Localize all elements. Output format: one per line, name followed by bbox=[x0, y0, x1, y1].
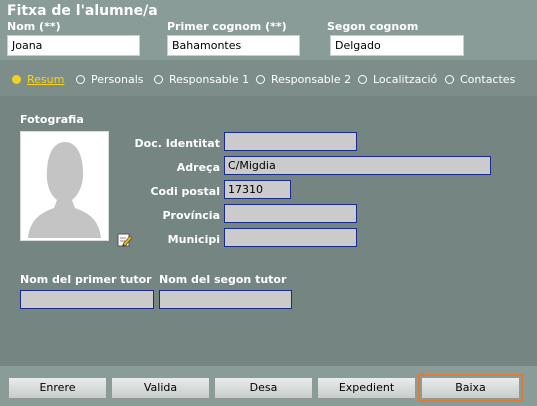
codi-postal-label: Codi postal bbox=[150, 185, 220, 198]
doc-identitat-label: Doc. Identitat bbox=[134, 137, 220, 150]
cognom2-input[interactable]: Delgado bbox=[330, 35, 464, 56]
cognom1-label: Primer cognom (**) bbox=[167, 20, 287, 33]
enrere-button[interactable]: Enrere bbox=[8, 377, 107, 399]
valida-button[interactable]: Valida bbox=[111, 377, 210, 399]
nom-input[interactable]: Joana bbox=[7, 35, 140, 56]
form-title: Fitxa de l'alumne/a bbox=[7, 3, 158, 19]
student-photo bbox=[20, 131, 109, 241]
desa-button[interactable]: Desa bbox=[214, 377, 313, 399]
tutor2-label: Nom del segon tutor bbox=[159, 273, 287, 286]
tutor1-label: Nom del primer tutor bbox=[20, 273, 152, 286]
tab-label: Responsable 1 bbox=[169, 72, 250, 86]
tab-responsable-2[interactable]: Responsable 2 bbox=[256, 72, 351, 86]
tab-label: Responsable 2 bbox=[271, 72, 352, 86]
radio-icon bbox=[154, 74, 163, 84]
radio-icon bbox=[445, 74, 454, 84]
cognom2-label: Segon cognom bbox=[327, 20, 419, 33]
provincia-input[interactable] bbox=[224, 204, 357, 223]
adreca-input[interactable]: C/Migdia bbox=[224, 156, 491, 175]
nom-label: Nom (**) bbox=[7, 20, 61, 33]
tab-label: Contactes bbox=[460, 72, 516, 86]
codi-postal-input[interactable]: 17310 bbox=[224, 180, 291, 199]
baixa-button[interactable]: Baixa bbox=[418, 374, 523, 402]
tab-resum[interactable]: Resum bbox=[12, 72, 64, 86]
radio-icon bbox=[358, 74, 367, 84]
provincia-label: Província bbox=[162, 209, 220, 222]
adreca-label: Adreça bbox=[176, 161, 220, 174]
photo-title: Fotografia bbox=[20, 113, 84, 126]
tab-label: Personals bbox=[91, 72, 144, 86]
tab-contactes[interactable]: Contactes bbox=[445, 72, 515, 86]
photo-placeholder-icon bbox=[21, 132, 108, 240]
cognom1-input[interactable]: Bahamontes bbox=[167, 35, 300, 56]
tab-bar: Resum Personals Responsable 1 Responsabl… bbox=[0, 62, 537, 94]
radio-icon bbox=[76, 74, 85, 84]
municipi-label: Municipi bbox=[167, 233, 220, 246]
tab-personals[interactable]: Personals bbox=[76, 72, 144, 86]
tab-responsable-1[interactable]: Responsable 1 bbox=[154, 72, 249, 86]
tab-localitzacio[interactable]: Localització bbox=[358, 72, 437, 86]
tab-label: Localització bbox=[373, 72, 438, 86]
tutor2-input[interactable] bbox=[159, 290, 292, 309]
tutor1-input[interactable] bbox=[20, 290, 154, 309]
radio-selected-icon bbox=[12, 74, 21, 84]
municipi-input[interactable] bbox=[224, 228, 357, 247]
expedient-button[interactable]: Expedient bbox=[317, 377, 416, 399]
form-header: Fitxa de l'alumne/a Nom (**) Joana Prime… bbox=[0, 0, 537, 60]
radio-icon bbox=[256, 74, 265, 84]
tab-label: Resum bbox=[27, 72, 65, 86]
doc-identitat-input[interactable] bbox=[224, 132, 357, 151]
